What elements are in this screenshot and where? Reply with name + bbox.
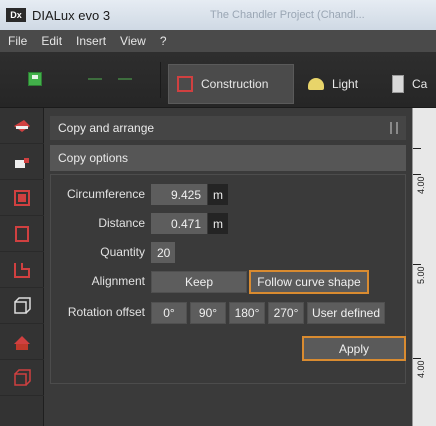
rotation-90-button[interactable]: 90° bbox=[190, 302, 226, 324]
menu-view[interactable]: View bbox=[120, 34, 146, 48]
room-tool-icon bbox=[15, 225, 29, 242]
roof-tool-icon bbox=[14, 335, 30, 350]
panel-title: Copy and arrange bbox=[58, 121, 155, 135]
quantity-label: Quantity bbox=[100, 245, 145, 259]
distance-input[interactable]: 0.471 bbox=[151, 213, 207, 234]
menu-file[interactable]: File bbox=[8, 34, 27, 48]
ruler-tick bbox=[413, 358, 421, 359]
tab-light-label: Light bbox=[332, 77, 359, 91]
left-toolbar bbox=[0, 108, 44, 426]
rotation-180-button[interactable]: 180° bbox=[229, 302, 265, 324]
apply-button[interactable]: Apply bbox=[302, 336, 406, 361]
redo-icon[interactable] bbox=[118, 78, 132, 80]
cube-icon bbox=[177, 76, 193, 92]
ruler-label-3: 4.00 bbox=[416, 360, 426, 378]
distance-label: Distance bbox=[98, 216, 145, 230]
tool-copy-button[interactable] bbox=[0, 144, 44, 180]
quantity-input[interactable]: 20 bbox=[151, 242, 175, 263]
alignment-keep-button[interactable]: Keep bbox=[151, 271, 247, 293]
box-tool-icon bbox=[14, 368, 31, 386]
circumference-input[interactable]: 9.425 bbox=[151, 184, 207, 205]
main-toolbar: Construction Light Ca bbox=[0, 52, 436, 108]
wall-tool-icon bbox=[14, 189, 30, 206]
copy-options-title: Copy options bbox=[58, 151, 129, 165]
tab-calculation[interactable]: Ca bbox=[384, 64, 436, 104]
floor-plan-icon bbox=[14, 262, 30, 278]
title-bar: Dx DIALux evo 3 The Chandler Project (Ch… bbox=[0, 0, 436, 30]
app-logo-icon: Dx bbox=[6, 8, 26, 22]
tool-arrange-button[interactable] bbox=[0, 108, 44, 144]
ruler-label-2: 5.00 bbox=[416, 266, 426, 284]
alignment-follow-curve-button[interactable]: Follow curve shape bbox=[249, 270, 369, 294]
menu-help[interactable]: ? bbox=[160, 34, 167, 48]
ruler-tick bbox=[413, 264, 421, 265]
copy-options-header[interactable]: Copy options bbox=[50, 145, 406, 171]
copy-tool-icon bbox=[15, 157, 29, 168]
panel-header[interactable]: Copy and arrange bbox=[50, 116, 406, 140]
alignment-label: Alignment bbox=[91, 274, 145, 288]
copy-arrange-panel: Copy and arrange Copy options Circumfere… bbox=[44, 108, 412, 426]
circumference-label: Circumference bbox=[66, 187, 145, 201]
window-title: DIALux evo 3 bbox=[32, 7, 111, 23]
cube-outline-icon bbox=[14, 296, 31, 314]
tool-cube-button[interactable] bbox=[0, 288, 44, 324]
ruler-tick bbox=[413, 148, 421, 149]
menu-bar: File Edit Insert View ? bbox=[0, 30, 436, 52]
tab-construction-label: Construction bbox=[201, 77, 269, 91]
tool-floor-button[interactable] bbox=[0, 252, 44, 288]
distance-unit: m bbox=[208, 213, 228, 234]
tab-calculation-label: Ca bbox=[412, 77, 428, 91]
grip-icon[interactable] bbox=[390, 122, 398, 134]
lamp-icon bbox=[308, 78, 324, 90]
rotation-user-defined-button[interactable]: User defined bbox=[307, 302, 385, 324]
calculator-icon bbox=[392, 75, 404, 93]
arrow-tool-icon bbox=[14, 119, 30, 132]
rotation-0-button[interactable]: 0° bbox=[151, 302, 187, 324]
undo-icon[interactable] bbox=[88, 78, 102, 80]
toolbar-separator bbox=[160, 62, 161, 98]
tab-light[interactable]: Light bbox=[300, 64, 370, 104]
rotation-270-button[interactable]: 270° bbox=[268, 302, 304, 324]
ruler-label-1: 4.00 bbox=[416, 176, 426, 194]
circumference-unit: m bbox=[208, 184, 228, 205]
tab-construction[interactable]: Construction bbox=[168, 64, 294, 104]
rotation-offset-label: Rotation offset bbox=[67, 305, 145, 319]
ruler-tick bbox=[413, 174, 421, 175]
tool-roof-button[interactable] bbox=[0, 324, 44, 360]
tool-room-button[interactable] bbox=[0, 216, 44, 252]
menu-edit[interactable]: Edit bbox=[41, 34, 62, 48]
save-icon[interactable] bbox=[28, 72, 42, 86]
tool-wall-button[interactable] bbox=[0, 180, 44, 216]
vertical-ruler: 4.00 5.00 4.00 bbox=[412, 108, 436, 426]
tool-box-button[interactable] bbox=[0, 360, 44, 396]
menu-insert[interactable]: Insert bbox=[76, 34, 106, 48]
window-title-faded: The Chandler Project (Chandl... bbox=[210, 9, 365, 21]
